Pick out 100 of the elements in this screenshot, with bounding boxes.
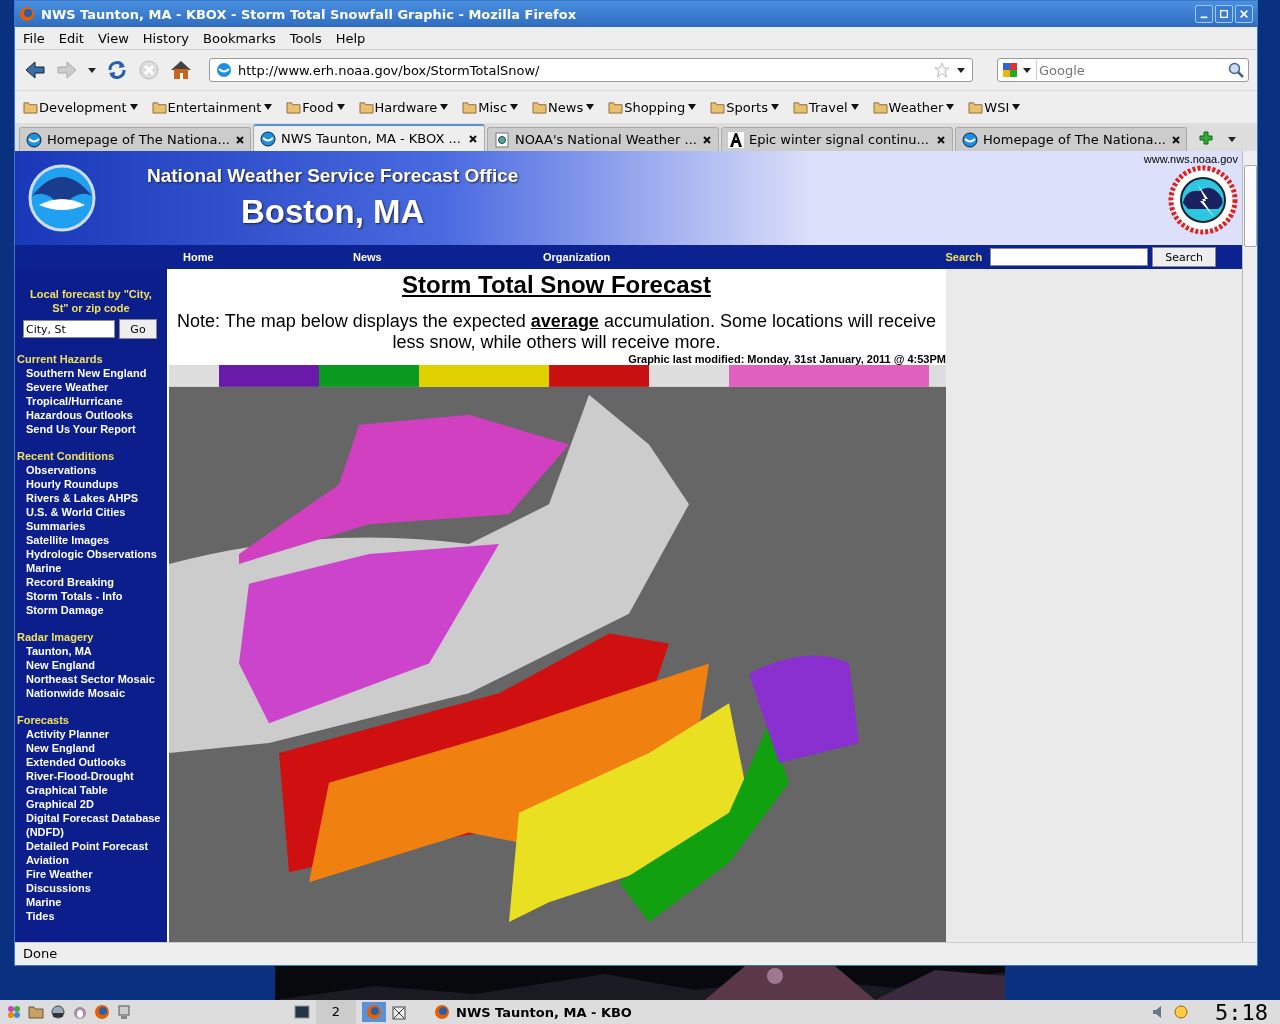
sidebar-link[interactable]: Extended Outlooks xyxy=(15,755,167,769)
go-button[interactable]: Go xyxy=(119,319,157,339)
browser-tab[interactable]: Homepage of The Nationa... xyxy=(19,127,251,151)
sidebar-link[interactable]: Detailed Point Forecast xyxy=(15,839,167,853)
bookmark-folder[interactable]: Shopping xyxy=(624,99,686,115)
sidebar-link[interactable]: Hourly Roundups xyxy=(15,477,167,491)
bookmark-folder[interactable]: Sports xyxy=(726,99,768,115)
search-bar[interactable]: Google xyxy=(997,58,1249,82)
sidebar-link[interactable]: Discussions xyxy=(15,881,167,895)
sidebar-link[interactable]: Marine xyxy=(15,561,167,575)
dropdown-icon[interactable] xyxy=(1227,134,1237,144)
sidebar-link[interactable]: Observations xyxy=(15,463,167,477)
window-icon[interactable] xyxy=(392,1004,408,1020)
menu-item[interactable]: View xyxy=(97,30,129,46)
sidebar-link[interactable]: Northeast Sector Mosaic xyxy=(15,672,167,686)
browser-tab[interactable]: NOAA's National Weather ... xyxy=(487,127,719,151)
search-engine-icon[interactable] xyxy=(1002,62,1018,78)
nav-link[interactable]: Organization xyxy=(543,251,611,263)
close-tab-icon[interactable] xyxy=(468,133,478,144)
sidebar-link[interactable]: Marine xyxy=(15,895,167,909)
bookmark-folder[interactable]: News xyxy=(548,99,584,115)
close-tab-icon[interactable] xyxy=(1170,134,1181,145)
caret-icon[interactable] xyxy=(688,104,697,110)
bookmark-folder[interactable]: Weather xyxy=(888,99,944,115)
bookmark-folder[interactable]: Development xyxy=(39,99,127,115)
sidebar-link[interactable]: U.S. & World Cities xyxy=(15,505,167,519)
sidebar-link[interactable]: Severe Weather xyxy=(15,380,167,394)
caret-icon[interactable] xyxy=(510,104,519,110)
dropdown-icon[interactable] xyxy=(1022,65,1032,75)
site-link[interactable]: www.nws.noaa.gov xyxy=(1143,153,1238,165)
close-tab-icon[interactable] xyxy=(702,134,712,145)
sidebar-link[interactable]: Graphical Table xyxy=(15,783,167,797)
nav-link[interactable]: News xyxy=(353,251,543,263)
menu-item[interactable]: File xyxy=(23,30,45,46)
sidebar-link[interactable]: Digital Forecast Database (NDFD) xyxy=(15,811,167,839)
sidebar-link[interactable]: Southern New England xyxy=(15,366,167,380)
home-icon[interactable] xyxy=(169,58,193,82)
dropdown-icon[interactable] xyxy=(956,65,966,75)
firefox-icon[interactable] xyxy=(94,1004,110,1020)
terminal-icon[interactable] xyxy=(294,1004,310,1020)
city-field[interactable]: City, St xyxy=(23,320,115,338)
star-icon[interactable] xyxy=(934,62,950,78)
sidebar-link[interactable]: River-Flood-Drought xyxy=(15,769,167,783)
workspace-button[interactable]: 2 xyxy=(316,1000,356,1024)
bookmark-folder[interactable]: Hardware xyxy=(374,99,438,115)
sidebar-link[interactable]: Rivers & Lakes AHPS xyxy=(15,491,167,505)
caret-icon[interactable] xyxy=(586,104,595,110)
caret-icon[interactable] xyxy=(946,104,955,110)
apps-icon[interactable] xyxy=(6,1004,22,1020)
caret-icon[interactable] xyxy=(129,104,138,110)
sidebar-link[interactable]: New England xyxy=(15,741,167,755)
caret-icon[interactable] xyxy=(770,104,779,110)
close-tab-icon[interactable] xyxy=(936,134,946,145)
menu-item[interactable]: Help xyxy=(335,30,366,46)
browser-tab[interactable]: Homepage of The Nationa... xyxy=(955,127,1187,151)
menu-item[interactable]: Bookmarks xyxy=(203,30,276,46)
sidebar-link[interactable]: Storm Damage xyxy=(15,603,167,617)
browser-tab[interactable]: NWS Taunton, MA - KBOX ... xyxy=(253,124,485,151)
menu-item[interactable]: History xyxy=(142,30,190,46)
sidebar-link[interactable]: Graphical 2D xyxy=(15,797,167,811)
bookmark-folder[interactable]: WSI xyxy=(984,99,1010,115)
sidebar-link[interactable]: Storm Totals - Info xyxy=(15,589,167,603)
sidebar-link[interactable]: Tropical/Hurricane xyxy=(15,394,167,408)
caret-icon[interactable] xyxy=(264,104,273,110)
new-tab-icon[interactable] xyxy=(1199,131,1213,145)
sidebar-link[interactable]: Aviation xyxy=(15,853,167,867)
sidebar-link[interactable]: Summaries xyxy=(15,519,167,533)
search-button[interactable]: Search xyxy=(1152,247,1216,267)
sidebar-link[interactable]: New England xyxy=(15,658,167,672)
back-icon[interactable] xyxy=(23,58,47,82)
close-tab-icon[interactable] xyxy=(234,134,245,145)
caret-icon[interactable] xyxy=(850,104,859,110)
sidebar-link[interactable]: Fire Weather xyxy=(15,867,167,881)
sidebar-link[interactable]: Activity Planner xyxy=(15,727,167,741)
caret-icon[interactable] xyxy=(1012,104,1021,110)
sidebar-link[interactable]: Send Us Your Report xyxy=(15,422,167,436)
search-icon[interactable] xyxy=(1228,62,1244,78)
sidebar-link[interactable]: Nationwide Mosaic xyxy=(15,686,167,700)
folder-icon[interactable] xyxy=(28,1004,44,1020)
bookmark-folder[interactable]: Misc xyxy=(478,99,508,115)
sidebar-link[interactable]: Taunton, MA xyxy=(15,644,167,658)
bookmark-folder[interactable]: Entertainment xyxy=(167,99,262,115)
address-field[interactable]: http://www.erh.noaa.gov/box/StormTotalSnow/ xyxy=(209,58,973,82)
sidebar-link[interactable]: Hazardous Outlooks xyxy=(15,408,167,422)
bookmark-folder[interactable]: Food xyxy=(302,99,334,115)
sidebar-link[interactable]: Record Breaking xyxy=(15,575,167,589)
menu-item[interactable]: Edit xyxy=(58,30,84,46)
scrollbar[interactable] xyxy=(1242,151,1257,942)
sidebar-link[interactable]: Hydrologic Observations xyxy=(15,547,167,561)
browser-tab[interactable]: Epic winter signal continu... xyxy=(721,127,953,151)
minimize-button[interactable] xyxy=(1195,5,1213,23)
menu-item[interactable]: Tools xyxy=(289,30,322,46)
nav-link[interactable]: Home xyxy=(183,251,353,263)
close-button[interactable] xyxy=(1235,5,1253,23)
site-search-field[interactable] xyxy=(990,248,1149,266)
sidebar-link[interactable]: Tides xyxy=(15,909,167,923)
maximize-button[interactable] xyxy=(1215,5,1233,23)
bookmark-folder[interactable]: Travel xyxy=(808,99,848,115)
dropdown-icon[interactable] xyxy=(87,65,97,75)
taskbar-window-button[interactable]: NWS Taunton, MA - KBO xyxy=(434,1004,632,1020)
